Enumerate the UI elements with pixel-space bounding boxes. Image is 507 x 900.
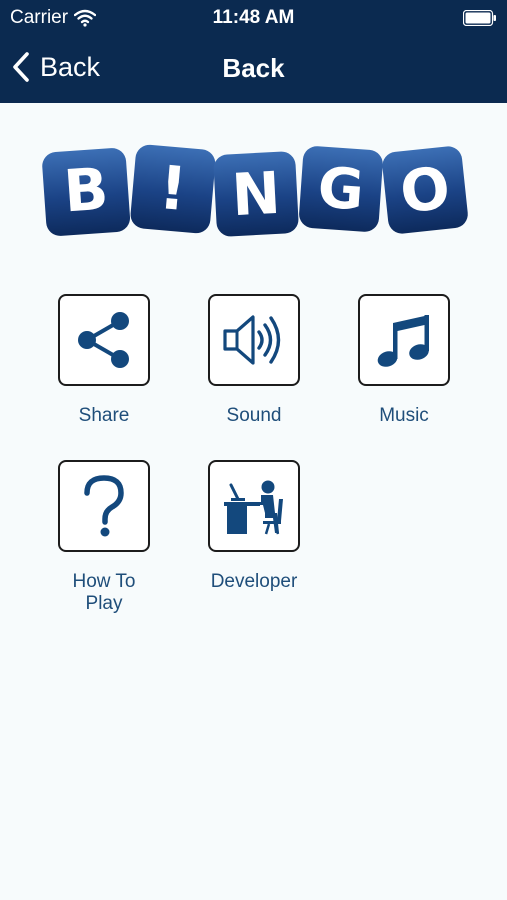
logo-tile-exclamation: ! [130,144,216,234]
bingo-logo-image: B ! N G O [42,144,468,237]
developer-label: Developer [210,571,298,592]
sound-label: Sound [226,405,282,426]
logo-letter: N [230,159,282,229]
sound-tile[interactable] [208,294,300,386]
question-mark-icon [84,475,124,537]
top-bar: Carrier 11:48 AM Back Back [0,0,507,103]
music-note-icon [377,315,429,367]
how-to-play-tile[interactable] [58,460,150,552]
logo-tile-b: B [42,148,131,236]
logo-tile-o: O [382,146,468,234]
developer-at-desk-icon [224,480,283,535]
logo-tile-g: G [299,146,383,232]
status-bar: Carrier 11:48 AM [0,0,507,36]
share-tile[interactable] [58,294,150,386]
battery-icon [463,10,496,26]
share-label: Share [78,405,130,426]
music-label: Music [379,405,429,426]
navigation-bar: Back Back [0,36,507,103]
nav-title: Back [222,53,285,83]
share-button[interactable]: Share [29,294,179,427]
logo-letter: B [62,155,111,226]
bingo-logo: B ! N G O [40,138,470,240]
clock: 11:48 AM [212,7,295,28]
developer-button[interactable]: Developer [179,460,329,593]
how-to-play-label: How To Play [72,571,136,614]
settings-screen: Carrier 11:48 AM Back Back B ! N G O Sha… [0,0,507,900]
speaker-icon [223,315,281,365]
music-button[interactable]: Music [329,294,479,427]
developer-tile[interactable] [208,460,300,552]
logo-letter: G [316,155,366,223]
logo-letter: O [397,154,453,227]
music-tile[interactable] [358,294,450,386]
sound-button[interactable]: Sound [179,294,329,427]
how-to-play-button[interactable]: How To Play [29,460,179,615]
logo-tile-n: N [213,151,299,237]
share-icon [78,312,129,368]
